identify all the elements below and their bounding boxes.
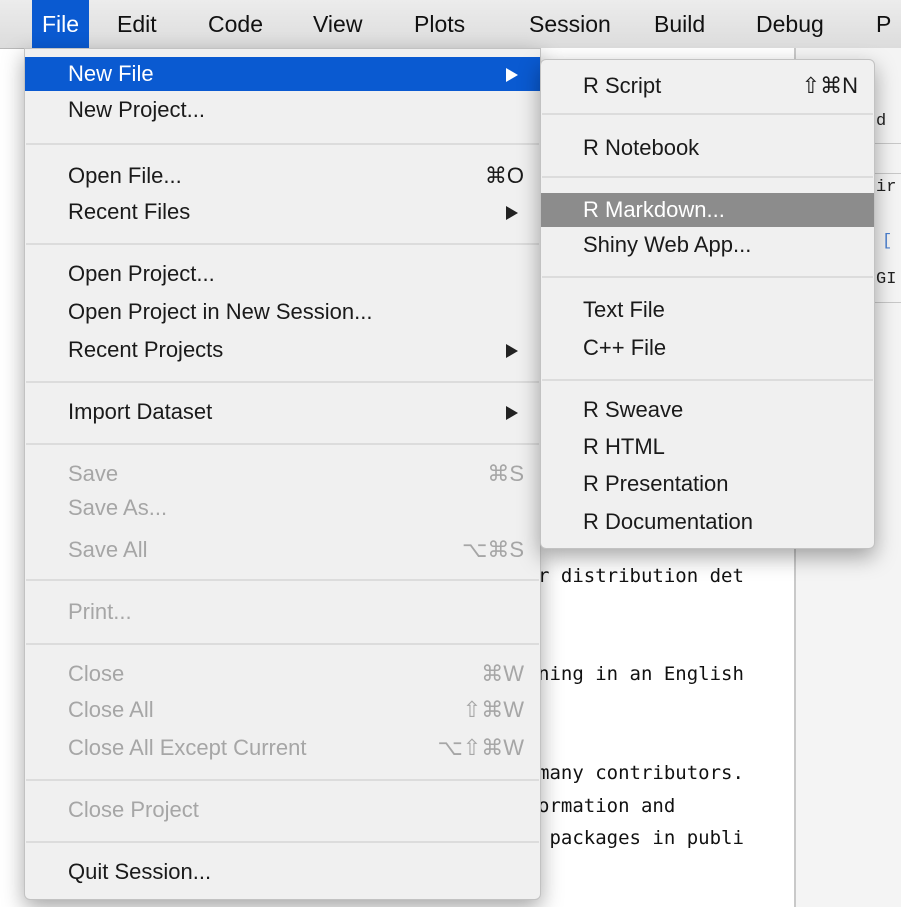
menu-debug[interactable]: Debug bbox=[746, 0, 834, 48]
menu-item-save-as[interactable]: Save As... bbox=[25, 491, 540, 525]
menu-separator bbox=[26, 243, 539, 245]
code-line: ning in an English bbox=[538, 663, 744, 685]
code-line: ormation and bbox=[538, 795, 676, 817]
menu-item-open-project-new-session[interactable]: Open Project in New Session... bbox=[25, 295, 540, 329]
file-menu: New File New Project... Open File... ⌘O … bbox=[24, 48, 541, 900]
menu-session[interactable]: Session bbox=[519, 0, 621, 48]
menu-item-save[interactable]: Save ⌘S bbox=[25, 457, 540, 491]
menu-code[interactable]: Code bbox=[198, 0, 273, 48]
menu-file[interactable]: File bbox=[32, 0, 90, 48]
menu-separator bbox=[542, 379, 873, 381]
menu-separator bbox=[26, 841, 539, 843]
submenu-item-r-sweave[interactable]: R Sweave bbox=[541, 393, 874, 427]
submenu-arrow-icon bbox=[506, 344, 518, 358]
shortcut-label: ⌘S bbox=[487, 461, 524, 486]
code-line: many contributors. bbox=[538, 762, 744, 784]
menu-separator bbox=[26, 579, 539, 581]
menu-item-close[interactable]: Close ⌘W bbox=[25, 657, 540, 691]
submenu-item-r-presentation[interactable]: R Presentation bbox=[541, 467, 874, 501]
shortcut-label: ⌘W bbox=[481, 661, 524, 686]
submenu-item-r-documentation[interactable]: R Documentation bbox=[541, 505, 874, 539]
menu-separator bbox=[26, 443, 539, 445]
menu-separator bbox=[542, 276, 873, 278]
code-line: r distribution det bbox=[538, 565, 744, 587]
menu-item-new-project[interactable]: New Project... bbox=[25, 93, 540, 127]
submenu-item-r-html[interactable]: R HTML bbox=[541, 430, 874, 464]
right-pane-text: d bbox=[876, 112, 887, 131]
menu-item-print[interactable]: Print... bbox=[25, 595, 540, 629]
submenu-item-cpp-file[interactable]: C++ File bbox=[541, 331, 874, 365]
code-line: packages in publi bbox=[538, 827, 744, 849]
shortcut-label: ⌘O bbox=[484, 163, 524, 188]
right-pane-text: [ bbox=[882, 232, 893, 251]
menu-item-new-file[interactable]: New File bbox=[25, 57, 540, 91]
menu-plots[interactable]: Plots bbox=[404, 0, 475, 48]
shortcut-label: ⇧⌘N bbox=[801, 73, 858, 98]
right-pane-text: ir bbox=[876, 178, 897, 197]
menu-profile-partial[interactable]: P bbox=[866, 0, 901, 48]
menu-item-close-project[interactable]: Close Project bbox=[25, 793, 540, 827]
submenu-arrow-icon bbox=[506, 406, 518, 420]
menu-item-close-all-except-current[interactable]: Close All Except Current ⌥⇧⌘W bbox=[25, 731, 540, 765]
menu-separator bbox=[26, 643, 539, 645]
menu-item-open-file[interactable]: Open File... ⌘O bbox=[25, 159, 540, 193]
submenu-arrow-icon bbox=[506, 68, 518, 82]
new-file-submenu: R Script ⇧⌘N R Notebook R Markdown... Sh… bbox=[540, 59, 875, 549]
right-pane-text: GI bbox=[876, 270, 897, 289]
menu-item-open-project[interactable]: Open Project... bbox=[25, 257, 540, 291]
menu-separator bbox=[542, 176, 873, 178]
menu-separator bbox=[26, 779, 539, 781]
shortcut-label: ⇧⌘W bbox=[462, 697, 524, 722]
menu-item-save-all[interactable]: Save All ⌥⌘S bbox=[25, 533, 540, 567]
submenu-item-r-markdown[interactable]: R Markdown... bbox=[541, 193, 874, 227]
menu-item-recent-projects[interactable]: Recent Projects bbox=[25, 333, 540, 367]
menu-separator bbox=[26, 143, 539, 145]
menu-item-import-dataset[interactable]: Import Dataset bbox=[25, 395, 540, 429]
menu-view[interactable]: View bbox=[303, 0, 372, 48]
submenu-arrow-icon bbox=[506, 206, 518, 220]
submenu-item-shiny-web-app[interactable]: Shiny Web App... bbox=[541, 228, 874, 262]
menu-bar: File Edit Code View Plots Session Build … bbox=[0, 0, 901, 49]
shortcut-label: ⌥⇧⌘W bbox=[437, 735, 524, 760]
menu-item-quit-session[interactable]: Quit Session... bbox=[25, 855, 540, 889]
menu-separator bbox=[26, 381, 539, 383]
menu-item-recent-files[interactable]: Recent Files bbox=[25, 195, 540, 229]
menu-edit[interactable]: Edit bbox=[107, 0, 167, 48]
submenu-item-r-notebook[interactable]: R Notebook bbox=[541, 131, 874, 165]
menu-separator bbox=[542, 113, 873, 115]
submenu-item-text-file[interactable]: Text File bbox=[541, 293, 874, 327]
submenu-item-r-script[interactable]: R Script ⇧⌘N bbox=[541, 69, 874, 103]
shortcut-label: ⌥⌘S bbox=[461, 537, 524, 562]
menu-item-close-all[interactable]: Close All ⇧⌘W bbox=[25, 693, 540, 727]
menu-build[interactable]: Build bbox=[644, 0, 715, 48]
